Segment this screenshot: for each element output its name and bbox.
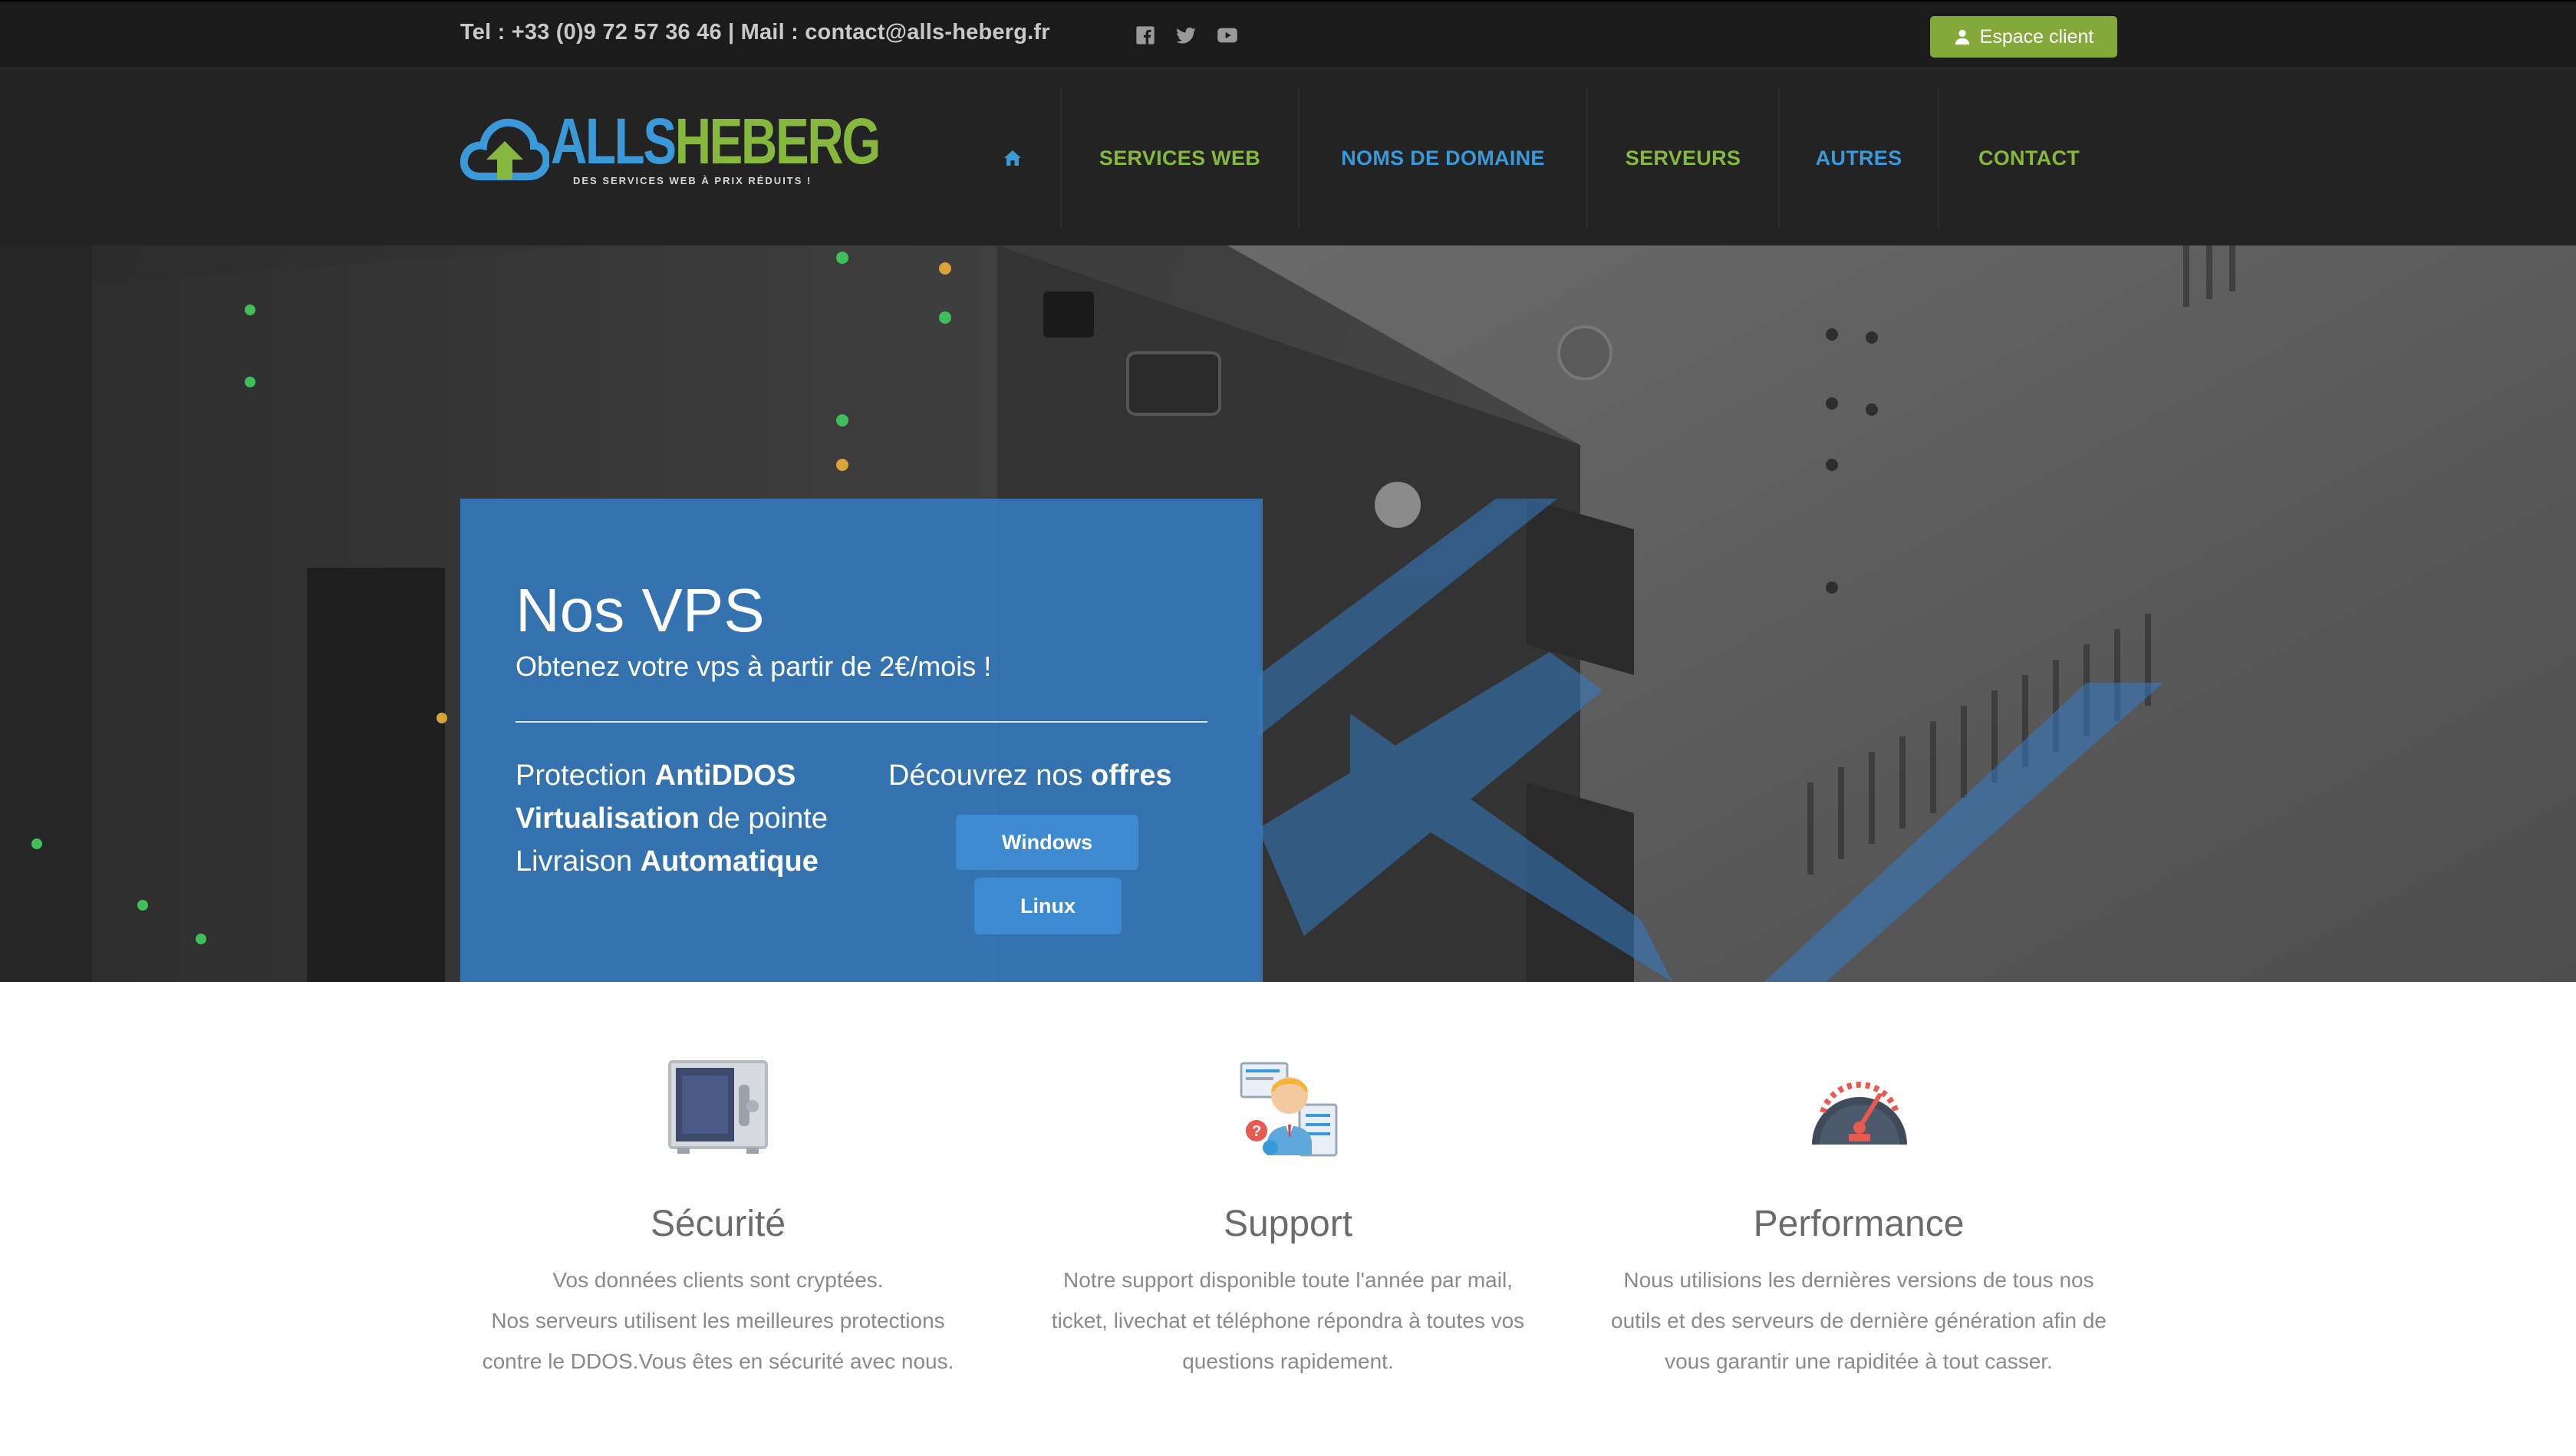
discover-offers-label: Découvrez nos offres <box>888 759 1172 792</box>
nav-serveurs[interactable]: SERVEURS <box>1588 87 1778 229</box>
nav-services-web[interactable]: SERVICES WEB <box>1062 87 1298 229</box>
home-icon[interactable] <box>974 87 1051 229</box>
nav-autres[interactable]: AUTRES <box>1780 87 1938 229</box>
safe-icon <box>668 1060 768 1154</box>
nav-contact[interactable]: CONTACT <box>1939 87 2119 229</box>
contact-info: Tel : +33 (0)9 72 57 36 46 | Mail : cont… <box>460 20 1050 44</box>
hero-banner: Nos VPS Obtenez votre vps à partir de 2€… <box>0 245 2576 982</box>
logo-wordmark: ALLSHEBERG <box>551 105 881 177</box>
feature-description: Notre support disponible toute l'année p… <box>1051 1268 1525 1373</box>
logo[interactable]: ALLSHEBERG DES SERVICES WEB À PRIX RÉDUI… <box>460 109 881 196</box>
server-rack-background-image <box>0 245 2576 982</box>
twitter-icon[interactable] <box>1174 24 1197 47</box>
main-header: ALLSHEBERG DES SERVICES WEB À PRIX RÉDUI… <box>0 69 2576 245</box>
feature-title: Sécurité <box>650 1204 786 1244</box>
feature-line-livraison: Livraison Automatique <box>516 845 819 878</box>
svg-text:?: ? <box>1252 1123 1261 1140</box>
feature-description: Vos données clients sont cryptées. Nos se… <box>482 1268 954 1373</box>
logo-tagline: DES SERVICES WEB À PRIX RÉDUITS ! <box>573 175 812 186</box>
feature-line-virtualisation: Virtualisation de pointe <box>516 802 828 835</box>
top-bar: Tel : +33 (0)9 72 57 36 46 | Mail : cont… <box>0 0 2576 69</box>
hero-divider <box>516 721 1207 723</box>
youtube-icon[interactable] <box>1216 24 1239 47</box>
speedometer-icon <box>1812 1082 1907 1145</box>
cloud-upload-logo-icon <box>460 118 549 180</box>
feature-title: Performance <box>1753 1204 1965 1244</box>
vps-promo-panel: Nos VPS Obtenez votre vps à partir de 2€… <box>460 499 1263 982</box>
support-agent-icon: ? <box>1240 1062 1338 1157</box>
nav-noms-de-domaine[interactable]: NOMS DE DOMAINE <box>1300 87 1586 229</box>
espace-client-button[interactable]: Espace client <box>1930 16 2117 58</box>
feature-line-antiddos: Protection AntiDDOS <box>516 759 796 792</box>
hero-title: Nos VPS <box>516 576 765 644</box>
hero-subtitle: Obtenez votre vps à partir de 2€/mois ! <box>516 651 992 682</box>
espace-client-label: Espace client <box>1979 25 2094 48</box>
feature-title: Support <box>1223 1204 1353 1244</box>
feature-description: Nous utilisions les dernières versions d… <box>1611 1268 2107 1373</box>
user-icon <box>1955 29 1969 45</box>
windows-offer-button[interactable]: Windows <box>956 815 1138 870</box>
linux-offer-button[interactable]: Linux <box>974 878 1122 934</box>
facebook-icon[interactable] <box>1134 24 1157 47</box>
